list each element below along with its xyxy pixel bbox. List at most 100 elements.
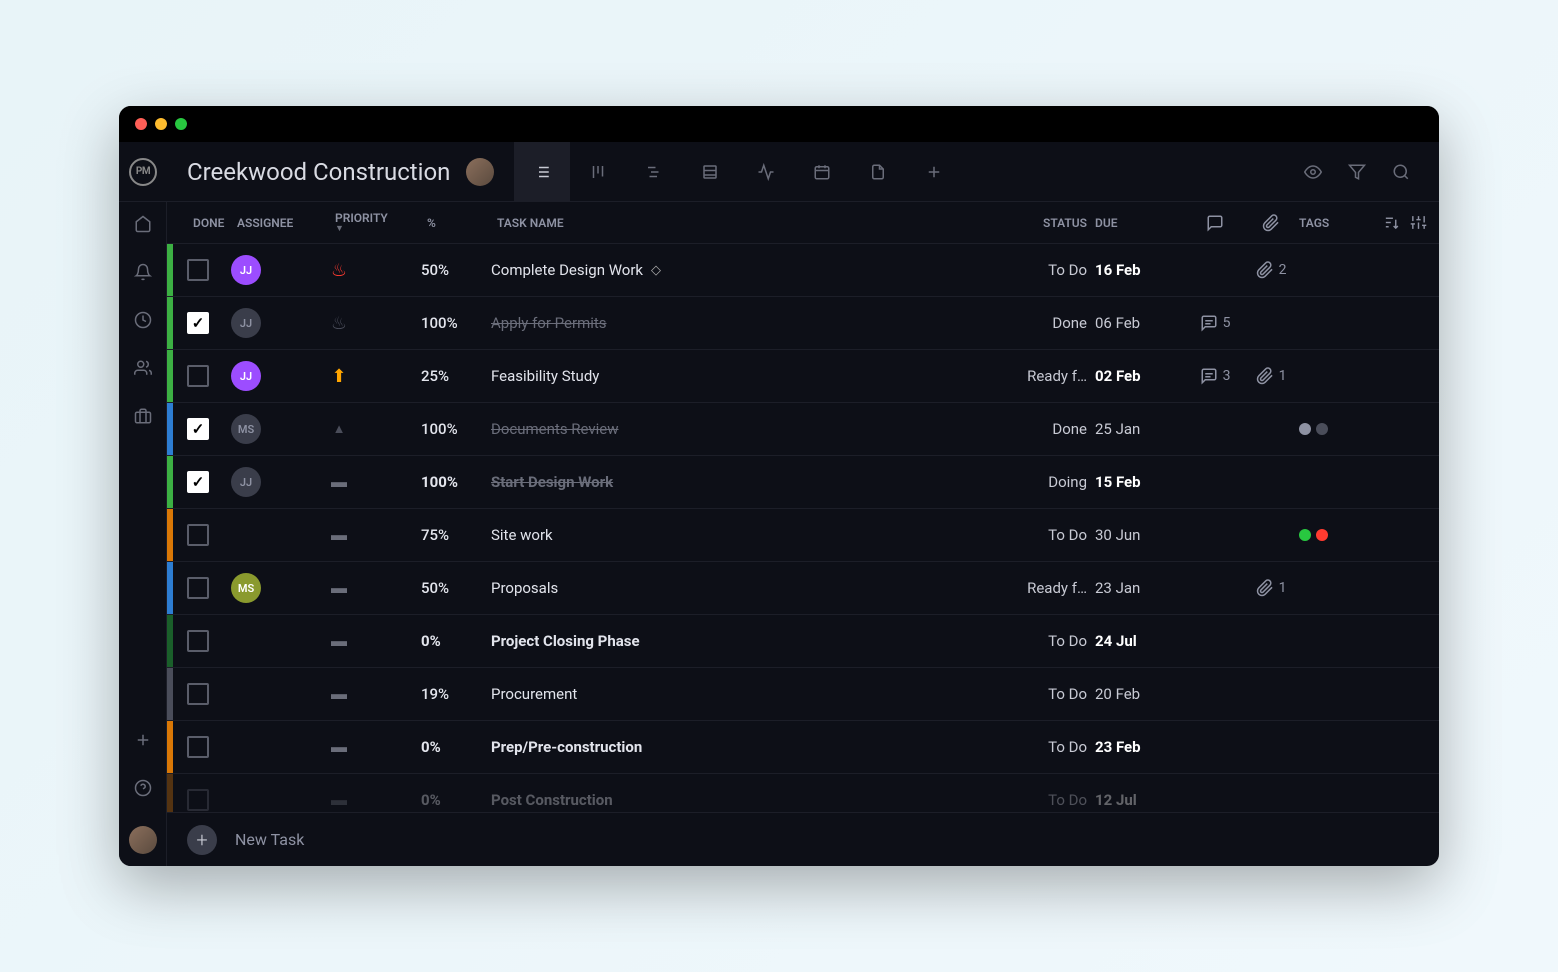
col-assignee-header[interactable]: ASSIGNEE — [237, 216, 335, 230]
col-priority-header[interactable]: PRIORITY ▼ — [335, 211, 427, 234]
priority-indicator[interactable]: ♨ — [329, 313, 349, 334]
task-row[interactable]: JJ ♨ 100% Apply for Permits Done 06 Feb … — [167, 297, 1439, 350]
status-value[interactable]: To Do — [1048, 526, 1087, 544]
tag-dots[interactable] — [1299, 529, 1328, 541]
task-name[interactable]: Site work — [491, 526, 553, 544]
done-checkbox[interactable] — [187, 577, 209, 599]
status-value[interactable]: To Do — [1048, 738, 1087, 756]
due-value[interactable]: 23 Jan — [1095, 579, 1140, 597]
projects-button[interactable] — [133, 406, 153, 426]
task-row[interactable]: ▬ 0% Prep/Pre-construction To Do 23 Feb — [167, 721, 1439, 774]
done-checkbox[interactable] — [187, 683, 209, 705]
col-name-header[interactable]: TASK NAME — [497, 216, 995, 230]
task-name[interactable]: Complete Design Work◇ — [491, 261, 661, 279]
priority-indicator[interactable]: ▬ — [329, 737, 349, 757]
help-button[interactable] — [133, 778, 153, 798]
window-close-button[interactable] — [135, 118, 147, 130]
due-value[interactable]: 15 Feb — [1095, 473, 1141, 491]
project-owner-avatar[interactable] — [466, 158, 494, 186]
due-value[interactable]: 16 Feb — [1095, 261, 1141, 279]
task-name[interactable]: Project Closing Phase — [491, 632, 640, 650]
due-value[interactable]: 20 Feb — [1095, 685, 1140, 703]
user-avatar[interactable] — [129, 826, 157, 854]
col-percent-header[interactable]: % — [427, 216, 497, 230]
done-checkbox[interactable] — [187, 418, 209, 440]
attachments-badge[interactable]: 2 — [1256, 261, 1287, 279]
status-value[interactable]: To Do — [1048, 261, 1087, 279]
assignee-avatar[interactable]: MS — [231, 573, 261, 603]
new-task-button[interactable]: + — [187, 825, 217, 855]
add-button[interactable] — [133, 730, 153, 750]
comments-badge[interactable]: 5 — [1200, 314, 1231, 332]
task-row[interactable]: ▬ 0% Project Closing Phase To Do 24 Jul — [167, 615, 1439, 668]
status-value[interactable]: To Do — [1048, 632, 1087, 650]
due-value[interactable]: 30 Jun — [1095, 526, 1140, 544]
task-row[interactable]: JJ ▬ 100% Start Design Work Doing 15 Feb — [167, 456, 1439, 509]
notifications-button[interactable] — [133, 262, 153, 282]
status-value[interactable]: Ready f… — [1027, 579, 1087, 597]
done-checkbox[interactable] — [187, 524, 209, 546]
project-title[interactable]: Creekwood Construction — [167, 158, 466, 186]
col-due-header[interactable]: DUE — [1095, 216, 1187, 230]
visibility-button[interactable] — [1303, 162, 1323, 182]
task-name[interactable]: Apply for Permits — [491, 314, 607, 332]
task-name[interactable]: Feasibility Study — [491, 367, 599, 385]
priority-indicator[interactable]: ⬆ — [329, 366, 349, 387]
due-value[interactable]: 02 Feb — [1095, 367, 1141, 385]
assignee-avatar[interactable]: JJ — [231, 308, 261, 338]
due-value[interactable]: 12 Jul — [1095, 791, 1137, 809]
attachments-badge[interactable]: 1 — [1256, 367, 1287, 385]
status-value[interactable]: Done — [1052, 420, 1087, 438]
done-checkbox[interactable] — [187, 789, 209, 811]
task-row[interactable]: MS ▲ 100% Documents Review Done 25 Jan — [167, 403, 1439, 456]
sort-icon[interactable] — [1383, 214, 1400, 231]
view-board-tab[interactable] — [570, 142, 626, 201]
recent-button[interactable] — [133, 310, 153, 330]
task-row[interactable]: JJ ⬆ 25% Feasibility Study Ready f… 02 F… — [167, 350, 1439, 403]
col-status-header[interactable]: STATUS — [995, 216, 1095, 230]
status-value[interactable]: Doing — [1048, 473, 1087, 491]
view-activity-tab[interactable] — [738, 142, 794, 201]
task-row[interactable]: ▬ 75% Site work To Do 30 Jun — [167, 509, 1439, 562]
window-minimize-button[interactable] — [155, 118, 167, 130]
priority-indicator[interactable]: ▬ — [329, 790, 349, 810]
col-comments-header[interactable] — [1187, 214, 1243, 232]
window-maximize-button[interactable] — [175, 118, 187, 130]
new-task-label[interactable]: New Task — [235, 830, 304, 849]
done-checkbox[interactable] — [187, 365, 209, 387]
done-checkbox[interactable] — [187, 736, 209, 758]
col-tags-header[interactable]: TAGS — [1299, 216, 1379, 230]
col-done-header[interactable]: DONE — [179, 216, 237, 230]
status-value[interactable]: Ready f… — [1027, 367, 1087, 385]
done-checkbox[interactable] — [187, 259, 209, 281]
task-name[interactable]: Prep/Pre-construction — [491, 738, 642, 756]
priority-indicator[interactable]: ▬ — [329, 631, 349, 651]
status-value[interactable]: To Do — [1048, 791, 1087, 809]
comments-badge[interactable]: 3 — [1200, 367, 1231, 385]
priority-indicator[interactable]: ▬ — [329, 684, 349, 704]
status-value[interactable]: To Do — [1048, 685, 1087, 703]
home-button[interactable] — [133, 214, 153, 234]
task-row[interactable]: MS ▬ 50% Proposals Ready f… 23 Jan 1 — [167, 562, 1439, 615]
task-name[interactable]: Post Construction — [491, 791, 613, 809]
col-attach-header[interactable] — [1243, 214, 1299, 232]
assignee-avatar[interactable]: JJ — [231, 467, 261, 497]
view-add-tab[interactable] — [906, 142, 962, 201]
view-calendar-tab[interactable] — [794, 142, 850, 201]
view-gantt-tab[interactable] — [626, 142, 682, 201]
task-row[interactable]: ▬ 0% Post Construction To Do 12 Jul — [167, 774, 1439, 812]
done-checkbox[interactable] — [187, 471, 209, 493]
priority-indicator[interactable]: ▬ — [329, 472, 349, 492]
done-checkbox[interactable] — [187, 312, 209, 334]
due-value[interactable]: 25 Jan — [1095, 420, 1140, 438]
task-row[interactable]: JJ ♨ 50% Complete Design Work◇ To Do 16 … — [167, 244, 1439, 297]
view-sheet-tab[interactable] — [682, 142, 738, 201]
due-value[interactable]: 06 Feb — [1095, 314, 1140, 332]
assignee-avatar[interactable]: JJ — [231, 255, 261, 285]
view-files-tab[interactable] — [850, 142, 906, 201]
task-row[interactable]: ▬ 19% Procurement To Do 20 Feb — [167, 668, 1439, 721]
assignee-avatar[interactable]: MS — [231, 414, 261, 444]
tag-dots[interactable] — [1299, 423, 1328, 435]
view-list-tab[interactable] — [514, 142, 570, 201]
filter-button[interactable] — [1347, 162, 1367, 182]
